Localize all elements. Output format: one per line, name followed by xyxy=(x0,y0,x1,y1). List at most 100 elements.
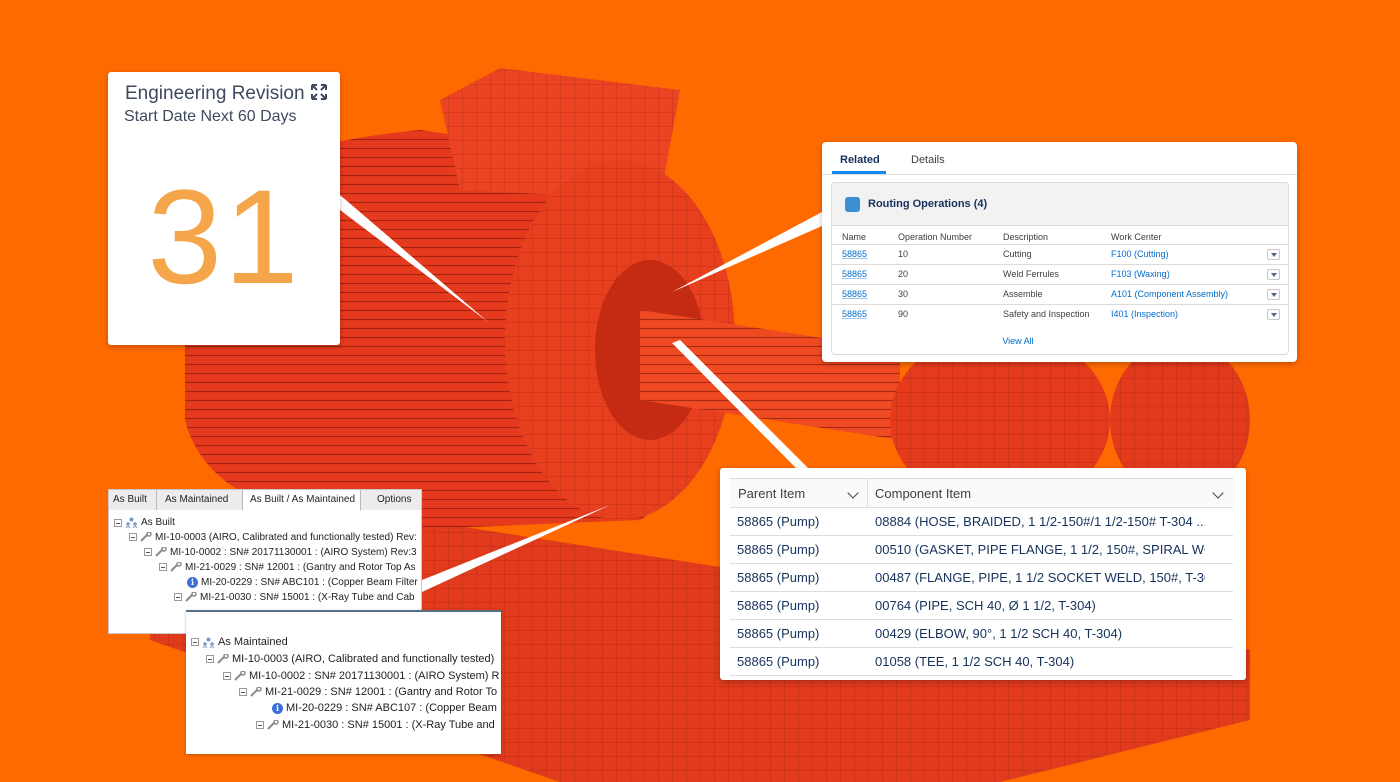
info-icon: i xyxy=(187,577,198,588)
row-action-menu[interactable] xyxy=(1267,268,1280,280)
kpi-card: Engineering Revision Start Date Next 60 … xyxy=(108,72,340,345)
collapse-toggle-icon[interactable] xyxy=(256,721,264,730)
tab-related[interactable]: Related xyxy=(840,154,880,166)
table-row[interactable]: 58865 (Pump) 01058 (TEE, 1 1/2 SCH 40, T… xyxy=(730,648,1233,676)
tree-node[interactable]: As Built xyxy=(114,517,175,528)
collapse-toggle-icon[interactable] xyxy=(114,518,122,527)
work-center-link[interactable]: I401 (Inspection) xyxy=(1111,309,1178,319)
wrench-icon xyxy=(140,532,152,543)
description: Weld Ferrules xyxy=(993,263,1101,284)
operation-number: 20 xyxy=(888,263,993,284)
routing-operations-icon xyxy=(845,197,860,212)
routing-operations-list: Routing Operations (4) Name Operation Nu… xyxy=(831,182,1289,355)
record-link[interactable]: 58865 xyxy=(842,309,867,319)
tree-node-label: MI-21-0029 : SN# 12001 : (Gantry and Rot… xyxy=(265,686,498,698)
table-row[interactable]: 58865 (Pump) 00510 (GASKET, PIPE FLANGE,… xyxy=(730,536,1233,564)
kpi-value: 31 xyxy=(147,163,301,312)
component-item-cell: 08884 (HOSE, BRAIDED, 1 1/2-150#/1 1/2-1… xyxy=(875,514,1205,529)
table-row[interactable]: 58865 (Pump) 00764 (PIPE, SCH 40, Ø 1 1/… xyxy=(730,592,1233,620)
as-maintained-tree-panel: As Maintained MI-10-0003 (AIRO, Calibrat… xyxy=(186,610,501,754)
component-item-cell: 00487 (FLANGE, PIPE, 1 1/2 SOCKET WELD, … xyxy=(875,570,1205,585)
table-row[interactable]: 58865 (Pump) 00429 (ELBOW, 90°, 1 1/2 SC… xyxy=(730,620,1233,648)
collapse-toggle-icon[interactable] xyxy=(159,563,167,572)
tree-node[interactable]: i MI-20-0229 : SN# ABC101 : (Copper Beam … xyxy=(187,577,418,588)
column-header-parent-item[interactable]: Parent Item xyxy=(738,486,805,501)
parent-item-cell: 58865 (Pump) xyxy=(737,626,820,641)
collapse-toggle-icon[interactable] xyxy=(174,593,182,602)
tree-node[interactable]: MI-10-0003 (AIRO, Calibrated and functio… xyxy=(206,653,494,665)
tree-node[interactable]: i MI-20-0229 : SN# ABC107 : (Copper Beam xyxy=(272,702,497,714)
parent-item-cell: 58865 (Pump) xyxy=(737,514,820,529)
expand-icon[interactable] xyxy=(311,84,327,100)
tree-node[interactable]: MI-10-0002 : SN# 20171130001 : (AIRO Sys… xyxy=(144,547,417,558)
collapse-toggle-icon[interactable] xyxy=(223,672,231,681)
operation-number: 30 xyxy=(888,283,993,304)
tree-node-label: MI-10-0003 (AIRO, Calibrated and functio… xyxy=(232,653,495,665)
column-header-component-item[interactable]: Component Item xyxy=(875,486,971,501)
work-center-link[interactable]: A101 (Component Assembly) xyxy=(1111,289,1228,299)
parent-item-cell: 58865 (Pump) xyxy=(737,570,820,585)
table-row: 58865 30 Assemble A101 (Component Assemb… xyxy=(832,283,1288,304)
tab-divider xyxy=(822,174,1297,175)
view-all-link[interactable]: View All xyxy=(832,336,1204,346)
tab-as-maintained[interactable]: As Maintained xyxy=(157,490,243,510)
tree-node[interactable]: MI-21-0030 : SN# 15001 : (X-Ray Tube and… xyxy=(174,592,415,603)
collapse-toggle-icon[interactable] xyxy=(144,548,152,557)
table-row: 58865 10 Cutting F100 (Cutting) xyxy=(832,243,1288,264)
record-link[interactable]: 58865 xyxy=(842,249,867,259)
work-center-link[interactable]: F103 (Waxing) xyxy=(1111,269,1170,279)
kpi-title: Engineering Revision xyxy=(125,83,305,104)
operation-number: 90 xyxy=(888,303,993,324)
table-row[interactable]: 58865 (Pump) 08884 (HOSE, BRAIDED, 1 1/2… xyxy=(730,508,1233,536)
tab-as-built-as-maintained[interactable]: As Built / As Maintained xyxy=(243,490,361,511)
list-title[interactable]: Routing Operations (4) xyxy=(868,198,987,210)
parent-item-cell: 58865 (Pump) xyxy=(737,542,820,557)
row-action-menu[interactable] xyxy=(1267,308,1280,320)
component-item-cell: 00510 (GASKET, PIPE FLANGE, 1 1/2, 150#,… xyxy=(875,542,1205,557)
wrench-icon xyxy=(267,720,279,730)
wrench-icon xyxy=(170,562,182,573)
row-action-menu[interactable] xyxy=(1267,288,1280,300)
tab-options[interactable]: Options xyxy=(361,490,421,510)
tree-node[interactable]: MI-10-0003 (AIRO, Calibrated and functio… xyxy=(129,532,417,543)
column-divider xyxy=(867,479,868,507)
operation-number: 10 xyxy=(888,243,993,264)
tab-as-built[interactable]: As Built xyxy=(109,490,157,510)
table-row: 58865 20 Weld Ferrules F103 (Waxing) xyxy=(832,263,1288,284)
collapse-toggle-icon[interactable] xyxy=(206,655,214,664)
tree-node-label: As Maintained xyxy=(218,636,288,648)
column-header: Operation Number xyxy=(898,231,973,242)
tree-node[interactable]: MI-10-0002 : SN# 20171130001 : (AIRO Sys… xyxy=(223,670,499,682)
work-center-link[interactable]: F100 (Cutting) xyxy=(1111,249,1169,259)
tree-node-label: MI-10-0002 : SN# 20171130001 : (AIRO Sys… xyxy=(170,547,417,558)
collapse-toggle-icon[interactable] xyxy=(239,688,247,697)
routing-table: Name Operation Number Description Work C… xyxy=(832,230,1288,324)
tree-node-label: MI-10-0002 : SN# 20171130001 : (AIRO Sys… xyxy=(249,670,500,682)
chevron-down-icon[interactable] xyxy=(847,487,859,499)
tab-details[interactable]: Details xyxy=(911,154,945,166)
tree-node[interactable]: MI-21-0029 : SN# 12001 : (Gantry and Rot… xyxy=(239,686,497,698)
row-action-menu[interactable] xyxy=(1267,248,1280,260)
related-panel: Related Details Routing Operations (4) N… xyxy=(822,142,1297,362)
tree-node-label: MI-20-0229 : SN# ABC107 : (Copper Beam xyxy=(286,702,497,714)
tree-node[interactable]: As Maintained xyxy=(191,636,288,648)
table-row[interactable]: 58865 (Pump) 00487 (FLANGE, PIPE, 1 1/2 … xyxy=(730,564,1233,592)
description: Cutting xyxy=(993,243,1101,264)
tree-node-label: MI-21-0030 : SN# 15001 : (X-Ray Tube and… xyxy=(200,592,415,603)
wrench-icon xyxy=(250,687,262,697)
collapse-toggle-icon[interactable] xyxy=(129,533,137,542)
tree-node-label: MI-10-0003 (AIRO, Calibrated and functio… xyxy=(155,532,417,543)
tree-node[interactable]: MI-21-0030 : SN# 15001 : (X-Ray Tube and xyxy=(256,719,495,731)
component-item-cell: 01058 (TEE, 1 1/2 SCH 40, T-304) xyxy=(875,654,1075,669)
chevron-down-icon[interactable] xyxy=(1212,487,1224,499)
record-link[interactable]: 58865 xyxy=(842,289,867,299)
tree-node[interactable]: MI-21-0029 : SN# 12001 : (Gantry and Rot… xyxy=(159,562,416,573)
column-header: Name xyxy=(842,231,867,242)
record-link[interactable]: 58865 xyxy=(842,269,867,279)
people-icon xyxy=(202,637,215,648)
collapse-toggle-icon[interactable] xyxy=(191,638,199,647)
tree-node-label: As Built xyxy=(141,517,175,529)
wrench-icon xyxy=(185,592,197,603)
list-header: Routing Operations (4) xyxy=(832,183,1288,226)
tree-node-label: MI-21-0029 : SN# 12001 : (Gantry and Rot… xyxy=(185,562,416,573)
